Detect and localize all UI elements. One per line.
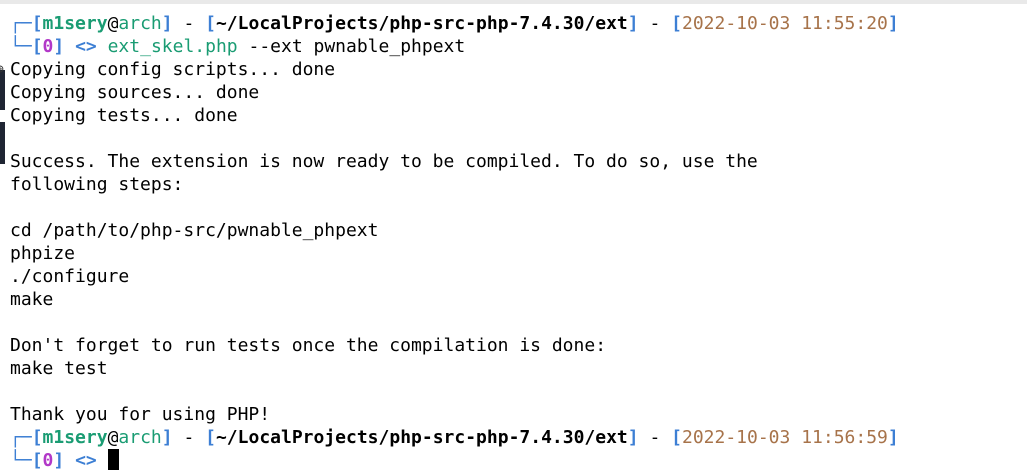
active-prompt-line[interactable]: └─[0] <> xyxy=(10,449,1022,472)
prompt-user: m1sery xyxy=(42,13,108,34)
prompt-separator: - xyxy=(172,13,206,34)
exit-code: 0 xyxy=(42,450,54,471)
output-line: Copying sources... done xyxy=(10,82,260,103)
prompt-header-line: ┌─[m1sery@arch] - [~/LocalProjects/php-s… xyxy=(10,13,899,34)
background-window-edge xyxy=(0,122,5,164)
prompt-cwd: ~/LocalProjects/php-src-php-7.4.30/ext xyxy=(215,13,628,34)
window-top-strip xyxy=(0,0,1027,4)
output-line: Success. The extension is now ready to b… xyxy=(10,151,758,172)
output-line: following steps: xyxy=(10,174,184,195)
prompt-host: arch xyxy=(118,427,162,448)
command-output: Copying config scripts... done Copying s… xyxy=(10,58,1022,426)
terminal-output[interactable]: ┌─[m1sery@arch] - [~/LocalProjects/php-s… xyxy=(10,12,1022,472)
prompt-at: @ xyxy=(107,427,119,448)
prompt-timestamp: 2022-10-03 11:56:59 xyxy=(681,427,888,448)
output-line: make xyxy=(10,289,54,310)
prompt-host: arch xyxy=(118,13,162,34)
output-line: make test xyxy=(10,358,108,379)
prompt-timestamp: 2022-10-03 11:55:20 xyxy=(681,13,888,34)
scroll-anchor-icon: ⊕ xyxy=(0,63,4,77)
output-line: ./configure xyxy=(10,266,130,287)
prompt-user: m1sery xyxy=(42,427,108,448)
exit-code: 0 xyxy=(42,36,54,57)
output-line: Copying config scripts... done xyxy=(10,59,336,80)
output-line: cd /path/to/php-src/pwnable_phpext xyxy=(10,220,379,241)
prompt-separator: - xyxy=(638,427,672,448)
prompt-header-line: ┌─[m1sery@arch] - [~/LocalProjects/php-s… xyxy=(10,427,899,448)
prompt-cwd: ~/LocalProjects/php-src-php-7.4.30/ext xyxy=(215,427,628,448)
output-line: Copying tests... done xyxy=(10,105,238,126)
prompt-at: @ xyxy=(107,13,119,34)
prompt-separator: - xyxy=(638,13,672,34)
prompt-separator: - xyxy=(172,427,206,448)
output-line: Thank you for using PHP! xyxy=(10,404,271,425)
prompt-symbol: <> xyxy=(75,450,97,471)
output-line: Don't forget to run tests once the compi… xyxy=(10,335,607,356)
command-name: ext_skel.php xyxy=(107,36,238,57)
command-args: --ext pwnable_phpext xyxy=(237,36,466,57)
command-line: └─[0] <> ext_skel.php --ext pwnable_phpe… xyxy=(10,36,466,57)
output-line: phpize xyxy=(10,243,76,264)
text-cursor[interactable] xyxy=(107,449,119,470)
prompt-symbol: <> xyxy=(75,36,97,57)
